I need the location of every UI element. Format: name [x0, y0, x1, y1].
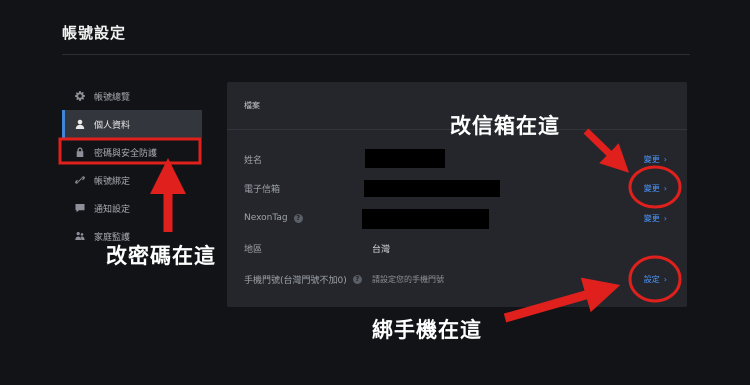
sidebar: 帳號總覽 個人資料 密碼與安全防護 帳號綁定 通知設定 家庭監護: [62, 82, 202, 250]
region-value: 台灣: [372, 244, 391, 255]
region-label: 地區: [244, 244, 263, 255]
sidebar-item-label: 個人資料: [94, 120, 131, 131]
chevron-right-icon: ›: [663, 154, 667, 164]
email-label: 電子信箱: [244, 184, 281, 195]
email-redaction: [364, 180, 500, 197]
family-icon: [74, 230, 86, 242]
change-name-button[interactable]: 變更 ›: [644, 154, 667, 165]
region-row: 地區 台灣: [227, 233, 687, 263]
sidebar-item-label: 帳號綁定: [94, 176, 131, 187]
chevron-right-icon: ›: [663, 213, 667, 223]
phone-row: 手機門號(台灣門號不加0)? 請設定您的手機門號 設定 ›: [227, 264, 687, 294]
sidebar-item-account-overview[interactable]: 帳號總覽: [62, 82, 202, 110]
sidebar-item-label: 通知設定: [94, 204, 131, 215]
annotation-change-email: 改信箱在這: [450, 114, 560, 138]
title-divider: [62, 54, 690, 55]
sidebar-item-label: 密碼與安全防護: [94, 148, 158, 159]
sidebar-item-password-security[interactable]: 密碼與安全防護: [62, 138, 202, 166]
sidebar-item-notifications[interactable]: 通知設定: [62, 194, 202, 222]
set-phone-button[interactable]: 設定 ›: [644, 274, 667, 285]
sidebar-item-account-binding[interactable]: 帳號綁定: [62, 166, 202, 194]
name-label: 姓名: [244, 155, 263, 166]
chevron-right-icon: ›: [663, 183, 667, 193]
lock-icon: [74, 146, 86, 158]
nexontag-redaction: [362, 209, 489, 229]
phone-hint: 請設定您的手機門號: [372, 274, 444, 284]
sidebar-item-label: 帳號總覽: [94, 92, 131, 103]
name-row: 姓名 變更 ›: [227, 144, 687, 174]
link-icon: [74, 174, 86, 186]
name-redaction: [365, 149, 445, 168]
message-icon: [74, 202, 86, 214]
annotation-bind-phone: 綁手機在這: [372, 318, 482, 342]
page-title: 帳號設定: [62, 24, 127, 42]
email-row: 電子信箱 變更 ›: [227, 173, 687, 203]
nexontag-label: NexonTag?: [244, 213, 303, 223]
chevron-right-icon: ›: [663, 274, 667, 284]
sidebar-item-profile[interactable]: 個人資料: [62, 110, 202, 138]
change-email-button[interactable]: 變更 ›: [644, 183, 667, 194]
annotation-change-password: 改密碼在這: [106, 244, 216, 268]
nexontag-row: NexonTag? 變更 ›: [227, 203, 687, 233]
help-icon[interactable]: ?: [352, 274, 362, 284]
phone-label: 手機門號(台灣門號不加0)?: [244, 273, 362, 286]
help-icon[interactable]: ?: [293, 213, 303, 223]
change-nexontag-button[interactable]: 變更 ›: [644, 213, 667, 224]
user-icon: [74, 118, 86, 130]
gear-icon: [74, 90, 86, 102]
